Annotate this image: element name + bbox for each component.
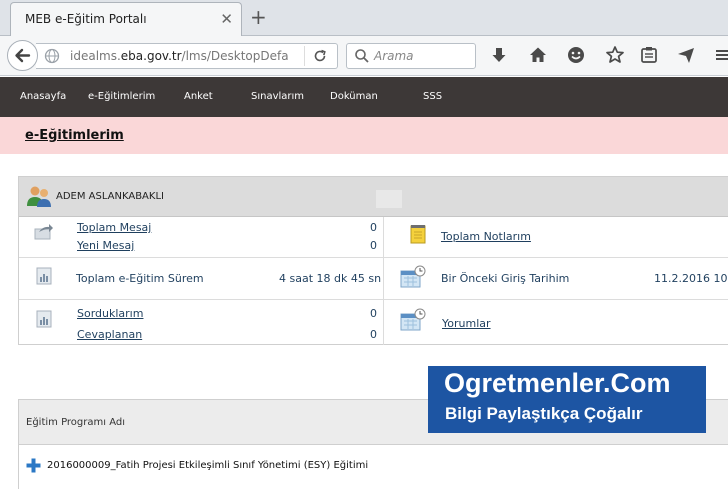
page-title[interactable]: e-Eğitimlerim <box>25 128 124 143</box>
user-name: ADEM ASLANKABAKLI <box>56 191 164 202</box>
egitim-suresi-label: Toplam e-Eğitim Sürem <box>76 272 204 285</box>
bookmark-star-icon[interactable] <box>605 45 625 65</box>
toplam-mesaj-value: 0 <box>370 221 377 234</box>
user-group-icon <box>27 186 51 207</box>
back-button[interactable] <box>7 40 38 71</box>
toplam-notlarim-link[interactable]: Toplam Notlarım <box>441 230 531 243</box>
user-info-panel: ADEM ASLANKABAKLI Toplam Mesaj 0 Yeni Me… <box>18 176 728 345</box>
new-tab-icon[interactable]: + <box>250 5 267 29</box>
browser-nav-bar: idealms.eba.gov.tr/lms/DesktopDefa Arama <box>0 36 728 76</box>
document-chart-icon <box>36 310 52 328</box>
header-placeholder-box <box>376 190 402 208</box>
cevaplanan-link[interactable]: Cevaplanan <box>77 328 142 341</box>
smiley-icon[interactable] <box>566 45 586 65</box>
table-row[interactable]: 2016000009_Fatih Projesi Etkileşimli Sın… <box>47 460 368 471</box>
close-tab-icon[interactable]: ✕ <box>220 10 233 28</box>
message-forward-icon <box>34 224 53 240</box>
yeni-mesaj-link[interactable]: Yeni Mesaj <box>77 239 134 252</box>
home-icon[interactable] <box>528 45 548 65</box>
expand-plus-icon[interactable] <box>26 458 41 473</box>
notepad-icon <box>410 225 426 244</box>
browser-tab-strip: MEB e-Eğitim Portalı ✕ + <box>0 0 728 36</box>
search-icon <box>355 49 369 63</box>
globe-icon <box>44 48 60 64</box>
column-divider <box>383 217 384 345</box>
onceki-giris-value: 11.2.2016 10 <box>654 272 728 285</box>
menu-item-anasayfa[interactable]: Anasayfa <box>20 91 66 102</box>
toplam-mesaj-link[interactable]: Toplam Mesaj <box>77 221 151 234</box>
send-icon[interactable] <box>676 45 696 65</box>
back-arrow-icon <box>15 48 31 63</box>
onceki-giris-label: Bir Önceki Giriş Tarihim <box>441 272 570 285</box>
menu-item-dokuman[interactable]: Doküman <box>330 91 378 102</box>
watermark-slogan: Bilgi Paylaştıkça Çoğalır <box>445 404 643 423</box>
menu-item-anket[interactable]: Anket <box>184 91 213 102</box>
document-chart-icon <box>36 267 52 285</box>
more-icon[interactable] <box>713 45 728 65</box>
yeni-mesaj-value: 0 <box>370 239 377 252</box>
user-panel-header: ADEM ASLANKABAKLI <box>19 177 728 217</box>
yorumlar-link[interactable]: Yorumlar <box>442 317 491 330</box>
sorduklarim-link[interactable]: Sorduklarım <box>77 307 143 320</box>
browser-tab[interactable]: MEB e-Eğitim Portalı ✕ <box>10 2 242 36</box>
row-divider <box>19 257 728 258</box>
tab-title: MEB e-Eğitim Portalı <box>25 12 147 26</box>
page-header: e-Eğitimlerim <box>0 117 728 154</box>
reading-list-icon[interactable] <box>639 45 659 65</box>
calendar-clock-icon <box>400 308 426 331</box>
search-placeholder: Arama <box>374 49 414 63</box>
url-bar[interactable]: idealms.eba.gov.tr/lms/DesktopDefa <box>36 43 338 69</box>
screen: MEB e-Eğitim Portalı ✕ + idealms.eba.gov… <box>0 0 728 489</box>
menu-item-sss[interactable]: SSS <box>423 91 442 102</box>
search-input[interactable]: Arama <box>346 43 476 69</box>
url-text: idealms.eba.gov.tr/lms/DesktopDefa <box>70 49 289 63</box>
reload-icon[interactable] <box>311 47 329 65</box>
watermark-banner: Ogretmenler.Com Bilgi Paylaştıkça Çoğalı… <box>428 366 706 433</box>
column-header-program-name[interactable]: Eğitim Programı Adı <box>26 417 125 428</box>
url-separator <box>304 46 305 66</box>
watermark-title: Ogretmenler.Com <box>444 368 671 398</box>
row-divider <box>19 299 728 300</box>
calendar-clock-icon <box>400 265 426 288</box>
menu-item-sinavlarim[interactable]: Sınavlarım <box>251 91 304 102</box>
egitim-suresi-value: 4 saat 18 dk 45 sn <box>279 272 382 285</box>
cevaplanan-value: 0 <box>370 328 377 341</box>
site-menu: Anasayfa e-Eğitimlerim Anket Sınavlarım … <box>0 77 728 117</box>
sorduklarim-value: 0 <box>370 307 377 320</box>
menu-item-e-egitimlerim[interactable]: e-Eğitimlerim <box>88 91 155 102</box>
download-icon[interactable] <box>489 45 509 65</box>
